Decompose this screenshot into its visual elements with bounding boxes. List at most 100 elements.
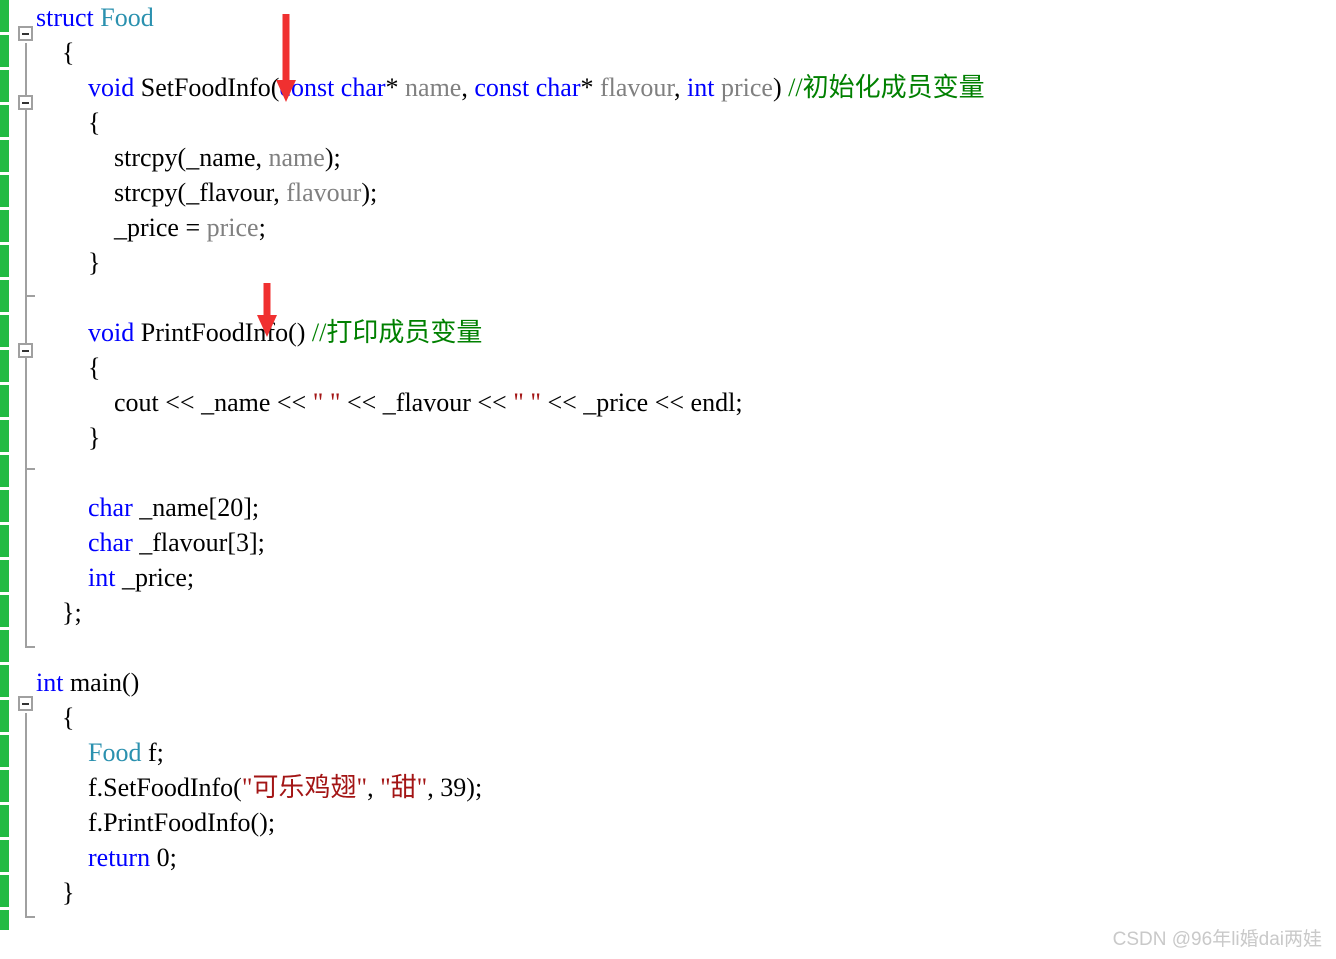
code-token-plain: , xyxy=(461,73,475,102)
code-line[interactable]: } xyxy=(36,875,1336,910)
code-line[interactable]: struct Food xyxy=(36,0,1336,35)
fold-region-end-tick xyxy=(25,916,35,918)
code-line[interactable]: f.PrintFoodInfo(); xyxy=(36,805,1336,840)
code-line[interactable]: cout << _name << " " << _flavour << " " … xyxy=(36,385,1336,420)
code-token-plain: { xyxy=(88,108,101,137)
code-token-keyword: void xyxy=(88,318,135,347)
code-token-parameter: flavour xyxy=(286,178,362,207)
code-token-type: Food xyxy=(88,738,142,767)
code-line[interactable]: strcpy(_flavour, flavour); xyxy=(36,175,1336,210)
change-bar-segment xyxy=(0,875,9,907)
fold-toggle-set-food-info[interactable] xyxy=(18,95,33,110)
fold-toggle-print-food-info[interactable] xyxy=(18,343,33,358)
code-line[interactable]: } xyxy=(36,420,1336,455)
code-token-plain: << _price << endl; xyxy=(540,388,743,417)
code-token-plain: ); xyxy=(324,143,341,172)
code-line[interactable] xyxy=(36,630,1336,665)
code-token-plain: , 39); xyxy=(427,773,483,802)
change-bar-segment xyxy=(0,560,9,592)
code-token-plain: { xyxy=(88,353,101,382)
change-bar-segment xyxy=(0,455,9,487)
code-token-plain: , xyxy=(674,73,688,102)
change-bar-gutter xyxy=(0,0,9,930)
code-token-plain: _name[20]; xyxy=(132,493,260,522)
code-line[interactable] xyxy=(36,455,1336,490)
code-token-keyword: const xyxy=(474,73,530,102)
code-token-plain: strcpy(_name, xyxy=(114,143,269,172)
code-token-parameter: flavour xyxy=(600,73,675,102)
change-bar-segment xyxy=(0,700,9,732)
arrow-printfoodinfo-icon xyxy=(256,283,278,342)
code-token-plain: _price; xyxy=(115,563,195,592)
code-token-string: "甜" xyxy=(380,773,428,802)
fold-region-end-tick xyxy=(25,646,35,648)
fold-toggle-struct-food[interactable] xyxy=(18,26,33,41)
change-bar-segment xyxy=(0,910,9,930)
code-token-plain: f.SetFoodInfo( xyxy=(88,773,242,802)
change-bar-segment xyxy=(0,350,9,382)
code-token-keyword: char xyxy=(535,73,581,102)
code-line[interactable]: { xyxy=(36,700,1336,735)
code-token-keyword: struct xyxy=(36,3,94,32)
code-token-string: "可乐鸡翅" xyxy=(241,773,368,802)
change-bar-segment xyxy=(0,280,9,312)
code-line[interactable]: { xyxy=(36,105,1336,140)
code-line[interactable]: _price = price; xyxy=(36,210,1336,245)
change-bar-segment xyxy=(0,140,9,172)
code-token-plain: f.PrintFoodInfo(); xyxy=(88,808,276,837)
change-bar-segment xyxy=(0,665,9,697)
code-text-area[interactable]: struct Food { void SetFoodInfo(const cha… xyxy=(36,0,1336,910)
change-bar-segment xyxy=(0,105,9,137)
code-token-keyword: int xyxy=(687,73,715,102)
code-line[interactable]: }; xyxy=(36,595,1336,630)
code-token-plain: f; xyxy=(141,738,164,767)
change-bar-segment xyxy=(0,525,9,557)
code-token-keyword: int xyxy=(88,563,116,592)
code-line[interactable]: return 0; xyxy=(36,840,1336,875)
code-token-plain: PrintFoodInfo() xyxy=(134,318,312,347)
change-bar-segment xyxy=(0,385,9,417)
code-token-plain: } xyxy=(88,248,101,277)
code-editor-surface[interactable]: struct Food { void SetFoodInfo(const cha… xyxy=(0,0,1336,959)
code-line[interactable]: f.SetFoodInfo("可乐鸡翅", "甜", 39); xyxy=(36,770,1336,805)
code-token-string: " " xyxy=(513,388,541,417)
code-token-plain: ); xyxy=(361,178,378,207)
code-token-plain: cout << _name << xyxy=(114,388,313,417)
code-line[interactable]: strcpy(_name, name); xyxy=(36,140,1336,175)
code-line[interactable]: Food f; xyxy=(36,735,1336,770)
code-line[interactable]: int _price; xyxy=(36,560,1336,595)
code-line[interactable]: char _flavour[3]; xyxy=(36,525,1336,560)
code-token-plain: , xyxy=(367,773,381,802)
code-token-plain: 0; xyxy=(150,843,177,872)
code-line[interactable]: int main() xyxy=(36,665,1336,700)
code-line[interactable]: void PrintFoodInfo() //打印成员变量 xyxy=(36,315,1336,350)
code-line[interactable]: { xyxy=(36,35,1336,70)
code-token-keyword: return xyxy=(88,843,151,872)
code-line[interactable] xyxy=(36,280,1336,315)
code-line[interactable]: } xyxy=(36,245,1336,280)
code-line[interactable]: char _name[20]; xyxy=(36,490,1336,525)
code-line[interactable]: { xyxy=(36,350,1336,385)
code-token-keyword: void xyxy=(88,73,135,102)
code-token-plain: { xyxy=(62,38,75,67)
code-token-keyword: char xyxy=(340,73,386,102)
change-bar-segment xyxy=(0,175,9,207)
change-bar-segment xyxy=(0,595,9,627)
code-token-comment: //初始化成员变量 xyxy=(788,73,985,102)
code-token-plain: _flavour[3]; xyxy=(132,528,265,557)
code-line[interactable]: void SetFoodInfo(const char* name, const… xyxy=(36,70,1336,105)
code-token-plain: ; xyxy=(258,213,266,242)
fold-toggle-main-function[interactable] xyxy=(18,696,33,711)
code-token-plain: * xyxy=(580,73,600,102)
change-bar-segment xyxy=(0,210,9,242)
